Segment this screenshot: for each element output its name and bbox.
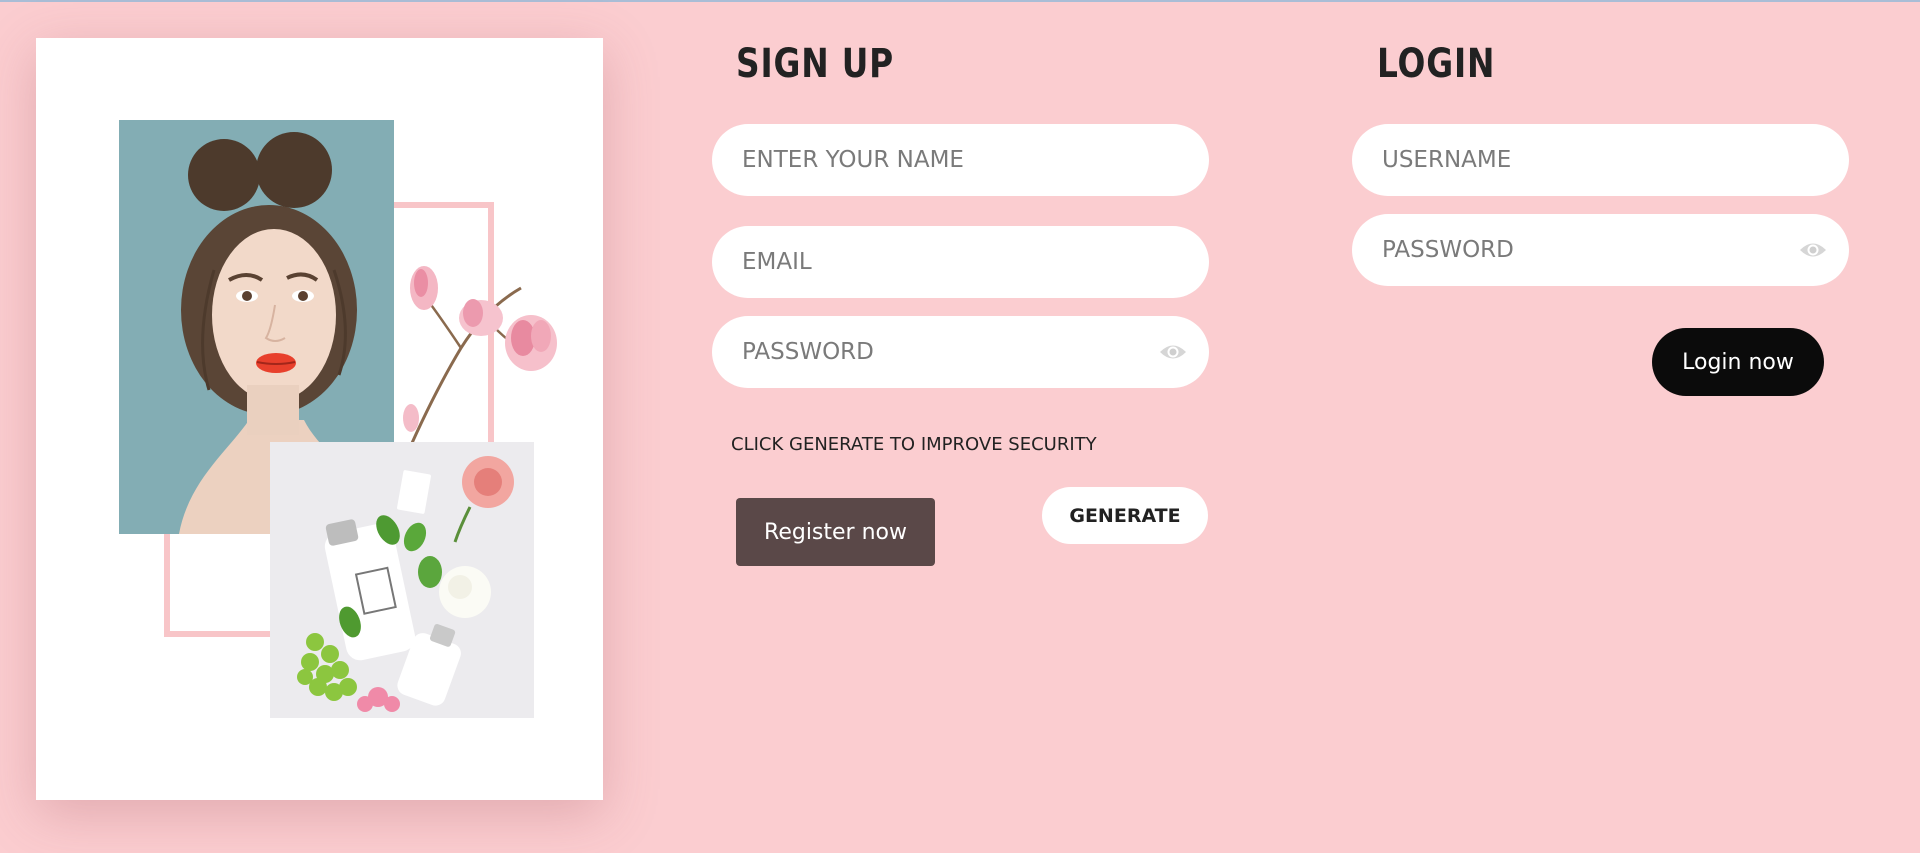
username-field-wrapper (1352, 124, 1849, 196)
email-input[interactable] (712, 226, 1209, 298)
register-button[interactable]: Register now (736, 498, 935, 566)
illustration-card (36, 38, 603, 800)
username-input[interactable] (1352, 124, 1849, 196)
signup-password-input[interactable] (712, 316, 1209, 388)
login-password-input[interactable] (1352, 214, 1849, 286)
eye-icon[interactable] (1799, 238, 1827, 262)
login-button[interactable]: Login now (1652, 328, 1824, 396)
generate-button[interactable]: GENERATE (1042, 487, 1208, 544)
top-border (0, 0, 1920, 2)
name-input[interactable] (712, 124, 1209, 196)
name-field-wrapper (712, 124, 1209, 196)
signup-password-field-wrapper (712, 316, 1209, 388)
security-hint: CLICK GENERATE TO IMPROVE SECURITY (731, 434, 1097, 455)
login-password-field-wrapper (1352, 214, 1849, 286)
email-field-wrapper (712, 226, 1209, 298)
product-flatlay-image (270, 442, 534, 718)
magnolia-flowers-image (391, 228, 566, 478)
eye-icon[interactable] (1159, 340, 1187, 364)
login-title: LOGIN (1377, 41, 1496, 87)
signup-title: SIGN UP (736, 41, 895, 87)
